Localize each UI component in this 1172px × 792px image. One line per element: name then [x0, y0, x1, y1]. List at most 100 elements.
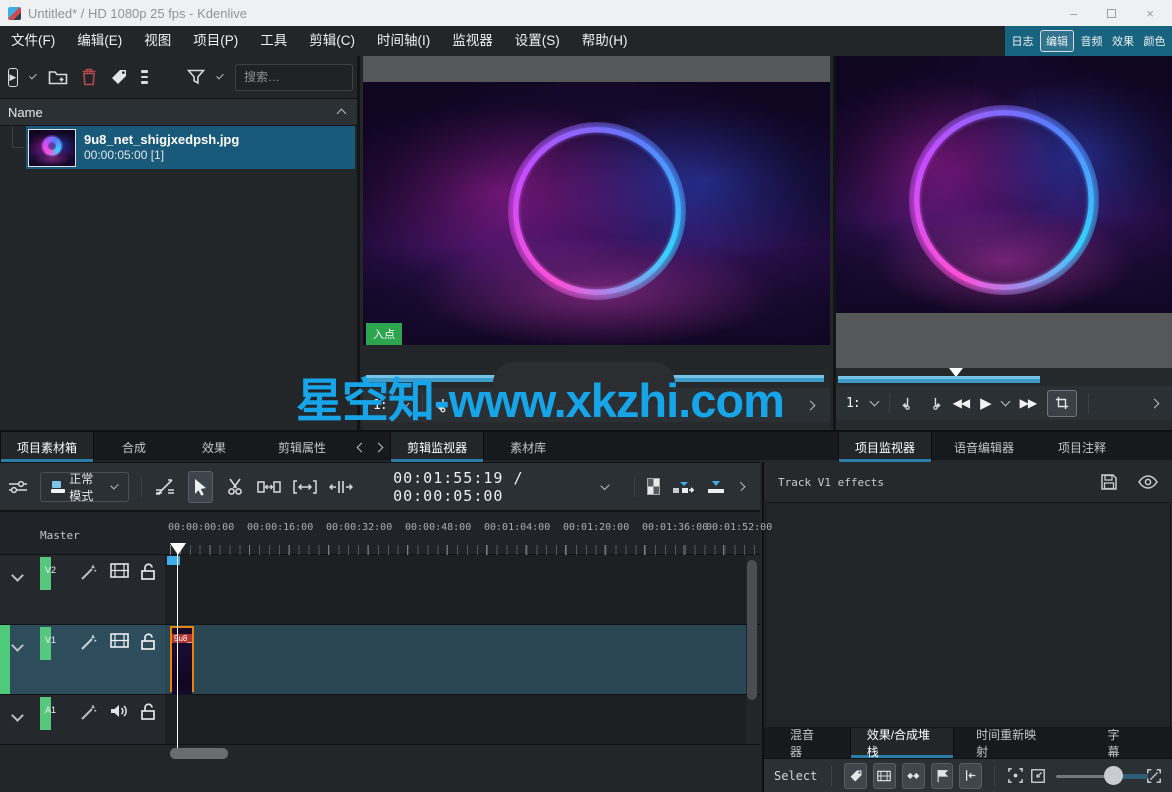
- menu-help[interactable]: 帮助(H): [571, 26, 639, 56]
- goto-out-point-icon[interactable]: [927, 396, 942, 411]
- track-v1-body[interactable]: 9u8_: [165, 625, 746, 708]
- timeline-zoom-slider[interactable]: [1056, 763, 1149, 789]
- mix-clips-tool-icon[interactable]: [154, 478, 176, 496]
- tab-scroll-left-icon[interactable]: [356, 442, 367, 452]
- show-effects-eye-icon[interactable]: [1138, 475, 1158, 489]
- menu-project[interactable]: 项目(P): [182, 26, 249, 56]
- track-effects-wand-icon[interactable]: [80, 633, 98, 651]
- workspace-tab-effects[interactable]: 效果: [1109, 31, 1137, 51]
- zoom-chevron-down-icon[interactable]: [869, 396, 880, 407]
- show-markers-button[interactable]: [844, 762, 868, 789]
- tab-speech-editor[interactable]: 语音编辑器: [932, 432, 1036, 462]
- effects-stack-empty[interactable]: [765, 502, 1171, 728]
- fit-zoom-button[interactable]: [1007, 767, 1024, 784]
- filter-chevron-down-icon[interactable]: [216, 71, 224, 80]
- tab-project-monitor[interactable]: 项目监视器: [838, 432, 933, 462]
- timeline-ruler[interactable]: Master 00:00:00:00 00:00:16:00 00:00:32:…: [0, 512, 772, 555]
- collapse-chevron-icon[interactable]: [11, 707, 24, 725]
- track-video-icon[interactable]: [110, 633, 129, 648]
- timeline-zone-marker[interactable]: [167, 556, 180, 565]
- collapse-chevron-icon[interactable]: [11, 567, 24, 585]
- tab-clip-monitor[interactable]: 剪辑监视器: [390, 432, 485, 462]
- tab-mixer[interactable]: 混音器: [764, 728, 850, 759]
- razor-tool-icon[interactable]: [225, 477, 245, 497]
- timeline-clip[interactable]: 9u8_: [170, 626, 194, 708]
- show-video-thumbnails-button[interactable]: [873, 762, 896, 789]
- close-button[interactable]: ×: [1146, 6, 1154, 21]
- track-effects-wand-icon[interactable]: [80, 703, 98, 721]
- project-monitor-ruler[interactable]: [836, 368, 1172, 386]
- tab-time-remap[interactable]: 时间重新映射: [954, 728, 1065, 759]
- timeline-adjust-icon[interactable]: [8, 479, 28, 495]
- delete-icon[interactable]: [81, 68, 97, 86]
- compositing-icon[interactable]: [646, 478, 661, 495]
- track-v1-header[interactable]: V1: [0, 625, 165, 694]
- add-clip-icon[interactable]: ▶: [8, 67, 18, 87]
- monitor-overflow-chevron-icon[interactable]: [805, 400, 816, 410]
- bin-menu-icon[interactable]: [140, 70, 149, 84]
- track-a1-header[interactable]: A1: [0, 695, 165, 744]
- workspace-tab-audio[interactable]: 音频: [1078, 31, 1106, 51]
- zoom-out-button[interactable]: [1030, 768, 1046, 784]
- tab-project-bin[interactable]: 项目素材箱: [0, 432, 95, 462]
- tab-effects[interactable]: 效果: [174, 432, 254, 462]
- track-v2-body[interactable]: [165, 555, 746, 624]
- collapse-chevron-icon[interactable]: [11, 637, 24, 655]
- workspace-tab-editing[interactable]: 编辑: [1040, 30, 1074, 52]
- menu-settings[interactable]: 设置(S): [504, 26, 571, 56]
- mix-button-icon[interactable]: [672, 479, 695, 495]
- tab-compositions[interactable]: 合成: [94, 432, 174, 462]
- fast-forward-icon[interactable]: ▶▶: [1020, 396, 1037, 410]
- track-v1[interactable]: V1 9u8_: [0, 625, 760, 708]
- monitor-zoom-level[interactable]: 1:: [846, 396, 861, 411]
- timeline-horizontal-scrollbar[interactable]: [170, 748, 228, 759]
- master-label[interactable]: Master: [40, 529, 80, 542]
- timecode-chevron-down-icon[interactable]: [600, 480, 610, 490]
- insert-zone-button-icon[interactable]: [706, 479, 726, 495]
- minimize-button[interactable]: –: [1070, 6, 1077, 21]
- zone-crop-button[interactable]: [1047, 389, 1078, 417]
- add-clip-chevron-down-icon[interactable]: [28, 71, 37, 80]
- timeline-timecode[interactable]: 00:01:55:19 / 00:00:05:00: [393, 469, 590, 505]
- tab-subtitles[interactable]: 字幕: [1066, 728, 1172, 759]
- menu-timeline[interactable]: 时间轴(I): [366, 26, 441, 56]
- timeline-vertical-scrollbar[interactable]: [747, 560, 757, 700]
- menu-monitor[interactable]: 监视器: [441, 26, 504, 56]
- rewind-icon[interactable]: ◀◀: [953, 396, 970, 410]
- track-video-icon[interactable]: [110, 563, 129, 578]
- track-lock-icon[interactable]: [140, 703, 156, 720]
- tab-effect-stack[interactable]: 效果/合成堆栈: [849, 728, 955, 759]
- monitor-overflow-chevron-icon[interactable]: [1149, 398, 1160, 408]
- snap-toggle-button[interactable]: [959, 762, 983, 789]
- track-lock-icon[interactable]: [140, 633, 156, 650]
- sort-chevron-up-icon[interactable]: [336, 108, 347, 119]
- save-effect-icon[interactable]: [1100, 473, 1118, 491]
- search-input[interactable]: [235, 63, 353, 91]
- track-a1-body[interactable]: [165, 695, 746, 744]
- track-audio-icon[interactable]: [110, 703, 128, 719]
- track-v2-header[interactable]: V2: [0, 555, 165, 624]
- menu-tools[interactable]: 工具: [249, 26, 298, 56]
- project-monitor-zone-bar[interactable]: [838, 376, 1040, 383]
- show-keyframes-button[interactable]: ◆◆: [901, 762, 925, 789]
- toolbar-overflow-chevron-icon[interactable]: [736, 482, 746, 491]
- tab-scroll-right-icon[interactable]: [373, 442, 384, 452]
- menu-file[interactable]: 文件(F): [0, 26, 66, 56]
- bin-name-header[interactable]: Name: [0, 98, 357, 126]
- zone-insert-icon[interactable]: [293, 479, 317, 495]
- tag-icon[interactable]: [110, 68, 128, 86]
- bin-clip-row[interactable]: 9u8_net_shigjxedpsh.jpg 00:00:05:00 [1]: [0, 126, 357, 169]
- edit-mode-dropdown[interactable]: 正常模式: [40, 471, 129, 503]
- zoom-slider-handle[interactable]: [1104, 765, 1124, 785]
- track-lock-icon[interactable]: [140, 563, 156, 580]
- track-effects-wand-icon[interactable]: [80, 563, 98, 581]
- menu-edit[interactable]: 编辑(E): [66, 26, 133, 56]
- timeline-playhead-line[interactable]: [177, 543, 178, 748]
- track-v2[interactable]: V2: [0, 555, 760, 625]
- tab-library[interactable]: 素材库: [484, 432, 572, 462]
- spacer-tool-icon[interactable]: [257, 479, 281, 495]
- workspace-tab-logging[interactable]: 日志: [1009, 31, 1037, 51]
- maximize-button[interactable]: [1107, 8, 1117, 18]
- workspace-tab-color[interactable]: 颜色: [1141, 31, 1169, 51]
- play-chevron-down-icon[interactable]: [1000, 396, 1011, 407]
